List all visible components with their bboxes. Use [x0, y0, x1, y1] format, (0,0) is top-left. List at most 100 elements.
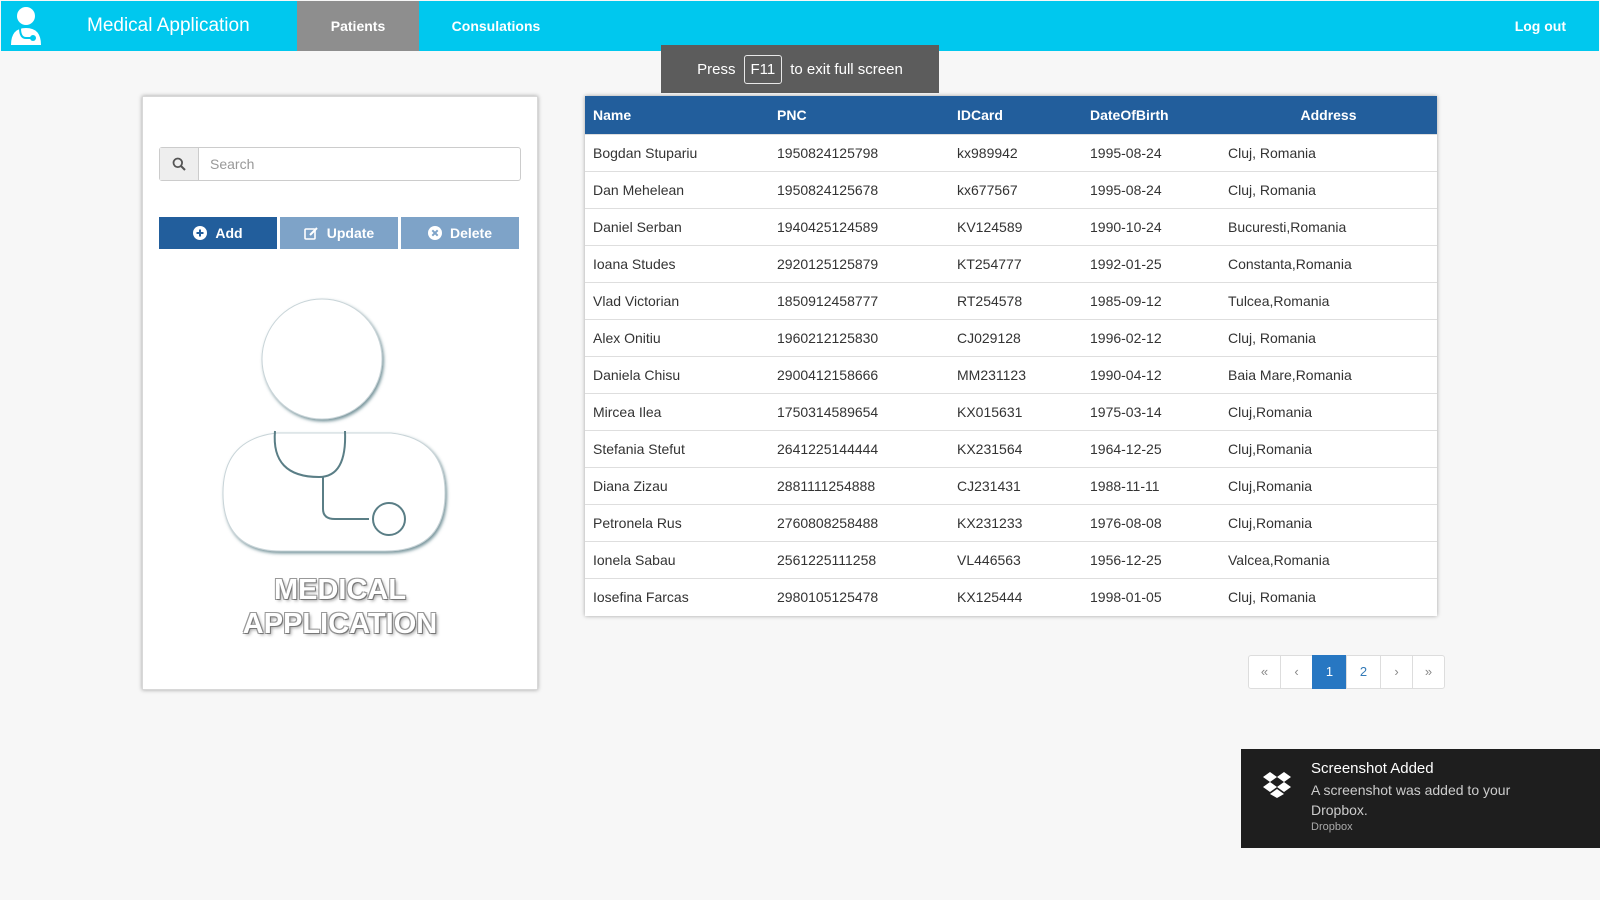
cell-name: Daniela Chisu [593, 366, 681, 383]
fullscreen-hint-prefix: Press [697, 60, 736, 78]
patients-table: Name PNC IDCard DateOfBirth Address Bogd… [585, 96, 1437, 615]
top-navbar: Medical Application Patients Consulation… [1, 1, 1599, 51]
cell-dob: 1956-12-25 [1090, 551, 1162, 568]
fullscreen-hint-key: F11 [743, 54, 783, 84]
page-first[interactable]: « [1248, 655, 1281, 689]
table-row[interactable]: Ionela Sabau 2561225111258 VL446563 1956-12… [585, 541, 1437, 578]
table-row[interactable]: Daniel Serban 1940425124589 KV124589 1990-1… [585, 208, 1437, 245]
cell-address: Valcea,Romania [1228, 551, 1330, 568]
table-row[interactable]: Alex Onitiu 1960212125830 CJ029128 1996-02-… [585, 319, 1437, 356]
table-row[interactable]: Stefania Stefut 2641225144444 KX231564 1964… [585, 430, 1437, 467]
cell-name: Daniel Serban [593, 218, 682, 235]
cell-dob: 1976-08-08 [1090, 514, 1162, 531]
update-button[interactable]: Update [280, 217, 398, 249]
doctor-logo-icon[interactable] [9, 5, 45, 47]
table-row[interactable]: Iosefina Farcas 2980105125478 KX125444 1998… [585, 578, 1437, 615]
cell-idcard: CJ029128 [957, 329, 1021, 346]
page-prev[interactable]: ‹ [1280, 655, 1313, 689]
cell-pnc: 2881111254888 [777, 477, 876, 494]
table-row[interactable]: Diana Zizau 2881111254888 CJ231431 1988-11-… [585, 467, 1437, 504]
cell-name: Vlad Victorian [593, 292, 680, 309]
delete-button[interactable]: Delete [401, 217, 519, 249]
search-input[interactable] [200, 149, 522, 179]
cell-idcard: KX231233 [957, 514, 1023, 531]
doctor-illustration-icon [222, 298, 446, 552]
illustration-text-line1: MEDICAL [273, 574, 407, 606]
cell-dob: 1998-01-05 [1090, 588, 1162, 605]
cell-dob: 1995-08-24 [1090, 181, 1162, 198]
dropbox-notification[interactable]: Screenshot Added A screenshot was added … [1241, 749, 1600, 848]
column-header-pnc[interactable]: PNC [769, 96, 949, 134]
table-row[interactable]: Mircea Ilea 1750314589654 KX015631 1975-03-… [585, 393, 1437, 430]
cell-idcard: KT254777 [957, 255, 1022, 272]
cell-address: Cluj,Romania [1228, 403, 1313, 420]
search-icon [160, 148, 199, 180]
app-brand[interactable]: Medical Application [87, 15, 250, 37]
table-row[interactable]: Daniela Chisu 2900412158666 MM231123 1990-0… [585, 356, 1437, 393]
cell-pnc: 1960212125830 [777, 329, 879, 346]
page-next[interactable]: › [1380, 655, 1413, 689]
cell-idcard: KX125444 [957, 588, 1023, 605]
cell-pnc: 1940425124589 [777, 218, 879, 235]
fullscreen-hint-suffix: to exit full screen [790, 60, 903, 78]
cell-name: Petronela Rus [593, 514, 682, 531]
cell-pnc: 2641225144444 [777, 440, 879, 457]
tab-patients[interactable]: Patients [297, 1, 419, 51]
cell-idcard: KX231564 [957, 440, 1023, 457]
cell-name: Alex Onitiu [593, 329, 661, 346]
page-1[interactable]: 1 [1312, 655, 1347, 689]
cell-address: Cluj, Romania [1228, 181, 1316, 198]
cell-pnc: 1850912458777 [777, 292, 879, 309]
cell-address: Cluj, Romania [1228, 329, 1316, 346]
plus-circle-icon [193, 226, 208, 240]
cell-name: Stefania Stefut [593, 440, 685, 457]
illustration-text-line2: APPLICATION [242, 608, 438, 640]
notification-title: Screenshot Added [1311, 760, 1434, 777]
cell-name: Ionela Sabau [593, 551, 676, 568]
cell-name: Dan Mehelean [593, 181, 685, 198]
column-header-name[interactable]: Name [585, 96, 769, 134]
cell-name: Ioana Studes [593, 255, 676, 272]
table-row[interactable]: Vlad Victorian 1850912458777 RT254578 1985-… [585, 282, 1437, 319]
search-group [159, 147, 522, 181]
notification-message: A screenshot was added to your Dropbox. [1311, 782, 1511, 818]
table-row[interactable]: Dan Mehelean 1950824125678 kx677567 1995-08… [585, 171, 1437, 208]
table-header-row: Name PNC IDCard DateOfBirth Address [585, 96, 1437, 134]
cell-address: Cluj,Romania [1228, 440, 1313, 457]
cell-address: Tulcea,Romania [1228, 292, 1330, 309]
cell-idcard: CJ231431 [957, 477, 1021, 494]
logout-link[interactable]: Log out [1515, 1, 1566, 51]
notification-source: Dropbox [1311, 821, 1353, 833]
add-button[interactable]: Add [159, 217, 277, 249]
cell-address: Cluj, Romania [1228, 144, 1316, 161]
page-2[interactable]: 2 [1346, 655, 1381, 689]
cell-dob: 1996-02-12 [1090, 329, 1162, 346]
cell-dob: 1990-04-12 [1090, 366, 1162, 383]
cell-pnc: 2900412158666 [777, 366, 879, 383]
cell-pnc: 1950824125798 [777, 144, 879, 161]
cell-dob: 1990-10-24 [1090, 218, 1162, 235]
cell-idcard: kx989942 [957, 144, 1018, 161]
cell-address: Cluj,Romania [1228, 514, 1313, 531]
pagination: « ‹ 1 2 › » [1248, 655, 1445, 689]
table-row[interactable]: Bogdan Stupariu 1950824125798 kx989942 1995… [585, 134, 1437, 171]
dropbox-icon [1263, 772, 1291, 798]
remove-circle-icon [427, 226, 442, 240]
patients-table-container: Name PNC IDCard DateOfBirth Address Bogd… [585, 96, 1437, 616]
column-header-idcard[interactable]: IDCard [949, 96, 1082, 134]
cell-pnc: 2760808258488 [777, 514, 879, 531]
cell-dob: 1988-11-11 [1090, 477, 1160, 494]
column-header-dob[interactable]: DateOfBirth [1082, 96, 1220, 134]
cell-idcard: KX015631 [957, 403, 1023, 420]
cell-address: Constanta,Romania [1228, 255, 1352, 272]
tab-consultations[interactable]: Consulations [429, 1, 563, 51]
column-header-address[interactable]: Address [1220, 96, 1437, 134]
table-row[interactable]: Petronela Rus 2760808258488 KX231233 1976-0… [585, 504, 1437, 541]
cell-address: Bucuresti,Romania [1228, 218, 1347, 235]
table-body: Bogdan Stupariu 1950824125798 kx989942 1995… [585, 134, 1437, 615]
cell-idcard: kx677567 [957, 181, 1018, 198]
cell-dob: 1975-03-14 [1090, 403, 1162, 420]
cell-idcard: MM231123 [957, 366, 1027, 383]
page-last[interactable]: » [1412, 655, 1445, 689]
table-row[interactable]: Ioana Studes 2920125125879 KT254777 1992-01… [585, 245, 1437, 282]
